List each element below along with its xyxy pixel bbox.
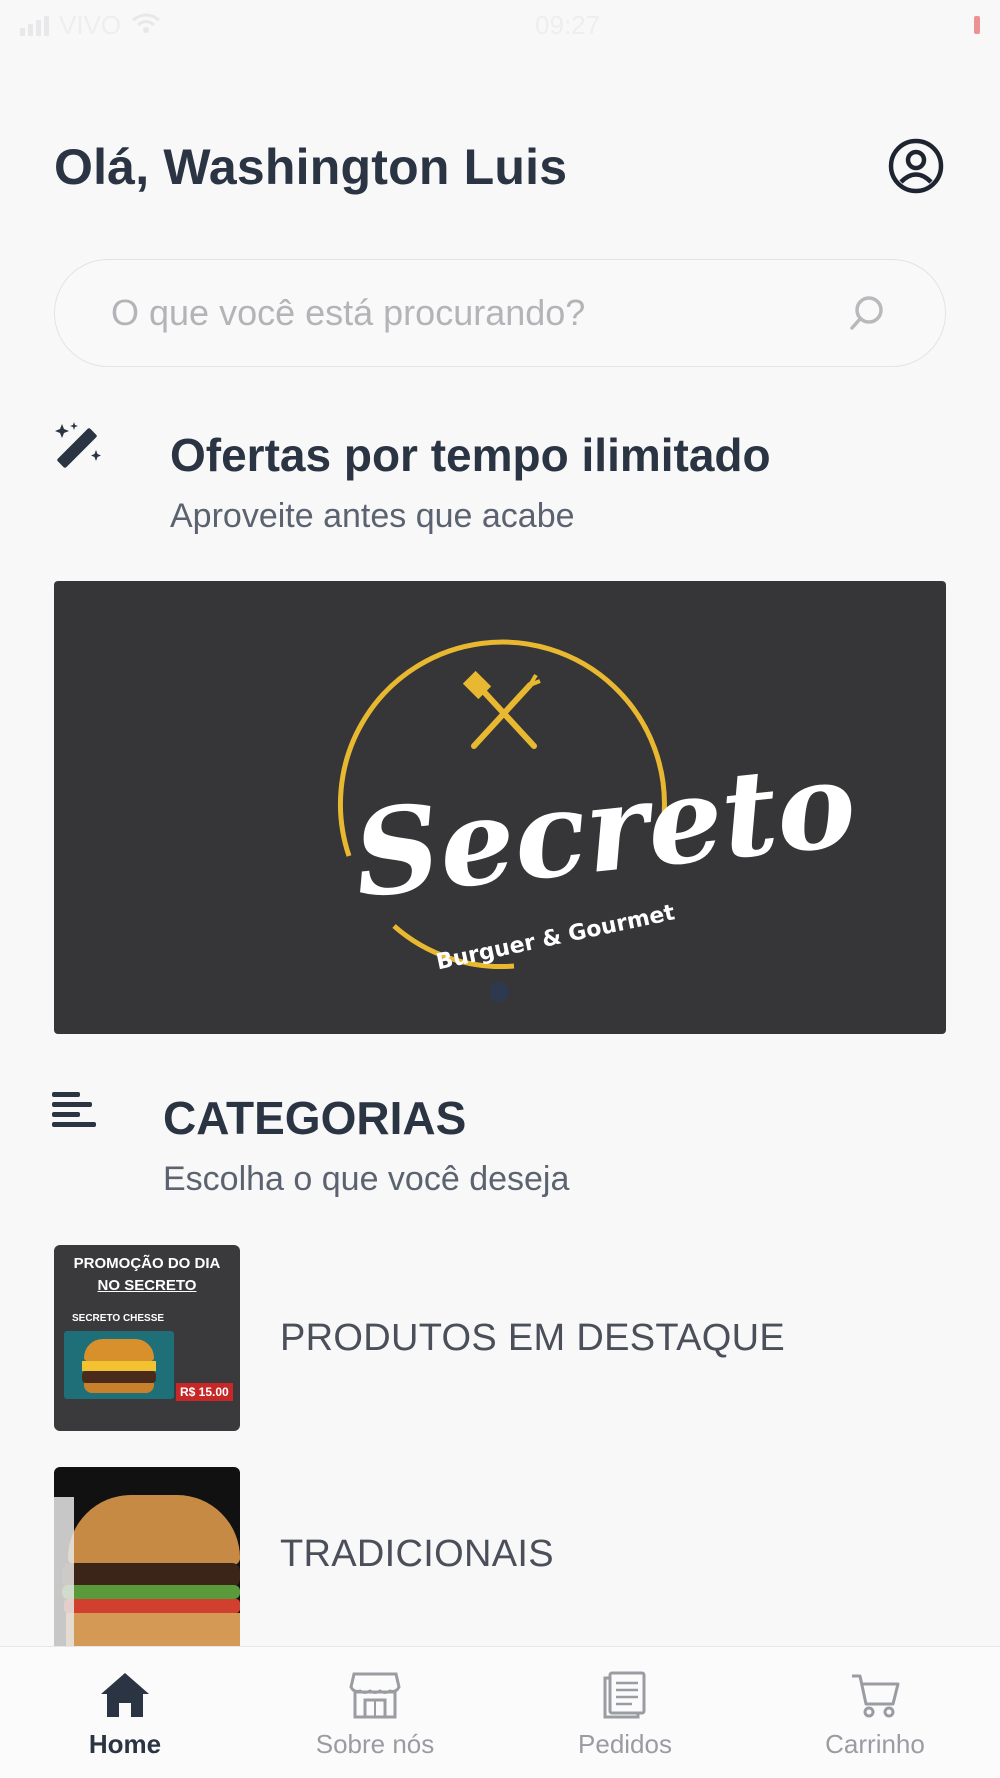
magic-wand-icon — [52, 420, 104, 477]
status-left: VIVO — [20, 10, 161, 41]
offers-title: Ofertas por tempo ilimitado — [170, 429, 771, 481]
promo-headline: PROMOÇÃO DO DIA — [73, 1255, 221, 1272]
wifi-icon — [131, 10, 161, 41]
category-thumbnail — [54, 1467, 240, 1646]
battery-icon — [974, 16, 980, 34]
promo-headline-2: NO SECRETO — [97, 1277, 197, 1294]
search-input[interactable] — [111, 292, 845, 334]
categories-subtitle: Escolha o que você deseja — [163, 1160, 570, 1198]
burger-photo — [64, 1331, 174, 1399]
offers-subtitle: Aproveite antes que acabe — [170, 497, 575, 535]
profile-button[interactable] — [886, 136, 946, 196]
status-right — [974, 16, 980, 34]
signal-icon — [20, 14, 49, 36]
nav-label: Home — [88, 1729, 162, 1759]
home-icon — [97, 1667, 153, 1723]
nav-label: Sobre nós — [315, 1729, 435, 1759]
status-bar: VIVO 09:27 — [0, 0, 1000, 50]
cart-icon — [847, 1667, 903, 1723]
search-icon[interactable] — [845, 291, 889, 335]
nav-pedidos[interactable]: Pedidos — [500, 1647, 750, 1778]
offer-banner[interactable]: Secreto Burguer & Gourmet — [54, 581, 946, 1034]
user-circle-icon — [888, 138, 944, 194]
nav-carrinho[interactable]: Carrinho — [750, 1647, 1000, 1778]
svg-text:Secreto: Secreto — [347, 734, 861, 925]
status-time: 09:27 — [535, 9, 601, 40]
category-label: TRADICIONAIS — [280, 1533, 554, 1575]
nav-label: Carrinho — [825, 1729, 925, 1759]
greeting-title: Olá, Washington Luis — [54, 139, 568, 195]
carrier-name: VIVO — [59, 9, 122, 40]
category-thumbnail: PROMOÇÃO DO DIA NO SECRETO SECRETO CHESS… — [54, 1245, 240, 1431]
nav-sobre-nos[interactable]: Sobre nós — [250, 1647, 500, 1778]
promo-product: SECRETO CHESSE — [72, 1313, 165, 1324]
categories-title: CATEGORIAS — [163, 1092, 467, 1144]
orders-icon — [597, 1667, 653, 1723]
carousel-indicator[interactable] — [489, 982, 509, 1002]
category-item-produtos-em-destaque[interactable]: PROMOÇÃO DO DIA NO SECRETO SECRETO CHESS… — [54, 1245, 946, 1431]
search-bar[interactable] — [54, 259, 946, 367]
store-icon — [347, 1667, 403, 1723]
list-icon — [52, 1088, 98, 1139]
category-item-tradicionais[interactable]: TRADICIONAIS — [54, 1467, 946, 1646]
nav-home[interactable]: Home — [0, 1647, 250, 1778]
nav-label: Pedidos — [578, 1729, 672, 1759]
category-label: PRODUTOS EM DESTAQUE — [280, 1316, 785, 1359]
promo-price: R$ 15.00 — [176, 1383, 233, 1401]
secreto-logo: Secreto Burguer & Gourmet — [337, 639, 862, 975]
bottom-navigation: Home Sobre nós Pedidos Carrinho — [0, 1646, 1000, 1778]
